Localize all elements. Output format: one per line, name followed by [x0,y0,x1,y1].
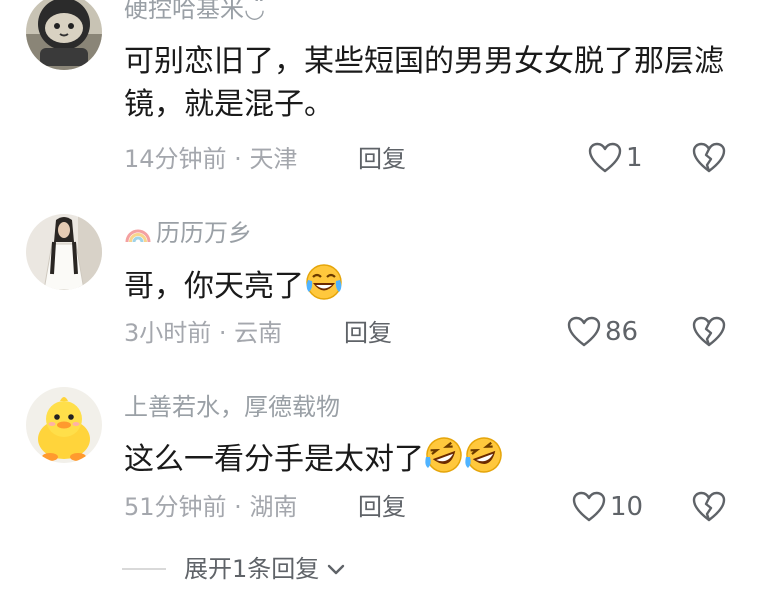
rolling-laughing-emoji-icon [425,437,462,473]
avatar[interactable] [26,214,102,290]
comment-text: 哥，你天亮了 [124,262,724,308]
heart-icon [588,142,622,173]
girl-white-dress-avatar-icon [26,214,102,290]
comment-time: 14分钟前 [124,145,227,173]
like-count: 1 [626,143,643,173]
username-text: 历历万乡 [156,219,252,247]
broken-heart-icon [692,316,726,347]
username-suffix: ◡̈ [244,0,265,23]
comment-location: 湖南 [249,493,298,521]
like-count: 10 [610,492,644,522]
comment-meta: 51分钟前 · 湖南 [124,492,297,522]
like-button[interactable]: 10 [572,491,643,523]
avatar[interactable] [26,387,102,463]
like-count: 86 [605,317,639,347]
reply-button[interactable]: 回复 [344,318,392,348]
reply-button[interactable]: 回复 [358,492,406,522]
dislike-button[interactable] [692,316,726,352]
heart-icon [572,491,606,522]
dislike-button[interactable] [692,491,726,527]
comment-meta: 14分钟前 · 天津 [124,144,297,174]
dislike-button[interactable] [692,142,726,178]
username[interactable]: 历历万乡 [124,218,252,248]
chevron-down-icon [328,564,345,575]
comment-meta: 3小时前 · 云南 [124,318,282,348]
like-button[interactable]: 1 [588,142,643,174]
comment-time: 51分钟前 [124,493,227,521]
username-text: 上善若水，厚德载物 [124,393,340,421]
rolling-laughing-emoji-icon [465,437,502,473]
comment-text: 这么一看分手是太对了 [124,435,724,481]
comment-text-content: 哥，你天亮了 [124,269,304,304]
comment-item: 历历万乡 哥，你天亮了 3小时前 · 云南 回复 86 [0,200,765,370]
like-button[interactable]: 86 [567,316,638,348]
username-text: 硬控哈基米 [124,0,244,23]
username[interactable]: 硬控哈基米◡̈ [124,0,265,24]
meta-separator: · [226,493,250,521]
rainbow-icon [125,229,151,243]
username[interactable]: 上善若水，厚德载物 [124,392,340,422]
avatar[interactable] [26,0,102,70]
meta-separator: · [211,319,235,347]
comment-text: 可别恋旧了，某些短国的男男女女脱了那层滤镜，就是混子。 [124,44,724,122]
expand-replies-label: 展开1条回复 [184,555,320,583]
comment-item: 上善若水，厚德载物 这么一看分手是太对了 51分钟前 · 湖南 回复 10 [0,375,765,545]
tears-of-joy-emoji-icon [306,264,342,300]
comment-text-content: 这么一看分手是太对了 [124,442,424,477]
expand-replies-button[interactable]: 展开1条回复 [122,554,347,584]
reply-button[interactable]: 回复 [358,144,406,174]
comment-location: 天津 [249,145,298,173]
heart-icon [567,316,601,347]
broken-heart-icon [692,491,726,522]
comment-time: 3小时前 [124,319,212,347]
yellow-duck-avatar-icon [26,387,102,463]
meta-separator: · [226,145,250,173]
astronaut-cat-avatar-icon [26,0,102,70]
divider [122,568,166,570]
broken-heart-icon [692,142,726,173]
comment-location: 云南 [234,319,283,347]
comment-item: 硬控哈基米◡̈ 可别恋旧了，某些短国的男男女女脱了那层滤镜，就是混子。 14分钟… [0,0,765,200]
